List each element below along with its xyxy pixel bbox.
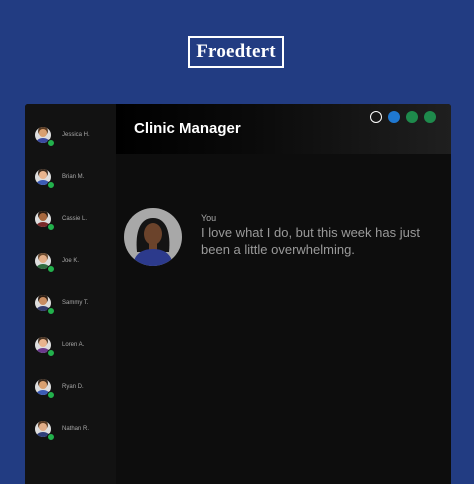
contact-item[interactable]: Jessica H. [35, 123, 115, 147]
contact-item[interactable]: Ryan D. [35, 375, 115, 399]
contact-name: Brian M. [62, 174, 85, 180]
avatar-head [39, 129, 47, 137]
avatar-head [39, 381, 47, 389]
window-title: Clinic Manager [134, 120, 241, 137]
message-sender: You [201, 213, 217, 223]
window-control-blue[interactable] [388, 111, 400, 123]
contact-item[interactable]: Loren A. [35, 333, 115, 357]
contact-name: Ryan D. [62, 384, 84, 390]
online-status-icon [47, 265, 55, 273]
contact-item[interactable]: Nathan R. [35, 417, 115, 441]
online-status-icon [47, 391, 55, 399]
online-status-icon [47, 307, 55, 315]
app-window: Jessica H. Brian M. Cassie L. Joe K. Sammy T… [25, 104, 451, 484]
avatar-head [39, 171, 47, 179]
online-status-icon [47, 181, 55, 189]
avatar-head [39, 423, 47, 431]
avatar-head [39, 213, 47, 221]
window-control-green-1[interactable] [406, 111, 418, 123]
window-controls [370, 111, 436, 123]
avatar-head [39, 255, 47, 263]
contact-name: Joe K. [62, 258, 80, 264]
contact-name: Jessica H. [62, 132, 90, 138]
contact-item[interactable]: Cassie L. [35, 207, 115, 231]
window-control-green-2[interactable] [424, 111, 436, 123]
window-header: Clinic Manager [116, 104, 451, 154]
online-status-icon [47, 349, 55, 357]
online-status-icon [47, 139, 55, 147]
chat-area: You I love what I do, but this week has … [116, 154, 451, 484]
message-text: I love what I do, but this week has just… [201, 225, 420, 257]
online-status-icon [47, 433, 55, 441]
contact-name: Sammy T. [62, 300, 89, 306]
contact-item[interactable]: Brian M. [35, 165, 115, 189]
contact-name: Nathan R. [62, 426, 90, 432]
contact-item[interactable]: Sammy T. [35, 291, 115, 315]
online-status-icon [47, 223, 55, 231]
contact-name: Cassie L. [62, 216, 88, 222]
froedtert-logo: Froedtert [188, 36, 284, 68]
contacts-sidebar: Jessica H. Brian M. Cassie L. Joe K. Sammy T… [25, 104, 116, 484]
contact-name: Loren A. [62, 342, 85, 348]
avatar-head [39, 297, 47, 305]
avatar [124, 208, 182, 266]
contact-item[interactable]: Joe K. [35, 249, 115, 273]
person-avatar-icon [133, 218, 173, 266]
avatar-head [39, 339, 47, 347]
window-control-outline[interactable] [370, 111, 382, 123]
